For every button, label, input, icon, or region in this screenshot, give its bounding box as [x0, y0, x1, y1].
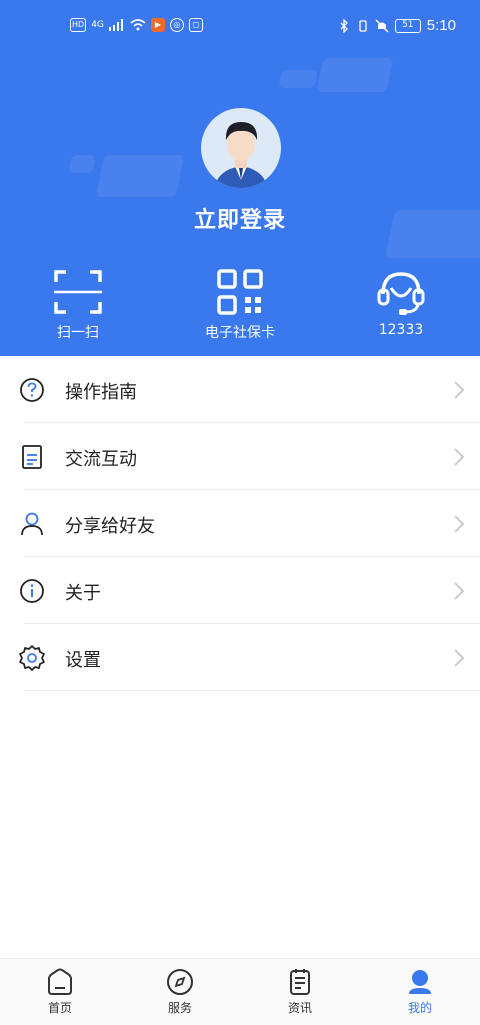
wifi-icon — [130, 19, 146, 31]
social-security-card-label: 电子社保卡 — [205, 325, 275, 341]
document-icon — [22, 445, 42, 469]
chevron-right-icon — [454, 381, 465, 399]
notify-app-icon: ◻ — [188, 18, 203, 32]
qr-code-icon — [217, 269, 263, 315]
menu-item-label: 交流互动 — [65, 449, 137, 470]
news-icon — [290, 969, 310, 995]
menu-item-interaction[interactable]: 交流互动 — [0, 423, 480, 490]
chevron-right-icon — [454, 448, 465, 466]
settings-menu: 操作指南 交流互动 分享给好友 关于 设置 — [0, 356, 480, 691]
gear-icon — [19, 645, 45, 671]
hotline-label: 12333 — [378, 322, 424, 338]
avatar[interactable] — [201, 108, 281, 188]
scan-icon — [54, 270, 102, 314]
profile-icon — [409, 970, 431, 994]
menu-item-about[interactable]: 关于 — [0, 557, 480, 624]
profile-header: HD 4G ▶ ◎ ◻ 51 5:10 立即登录 扫一扫 电子社保卡 12333 — [0, 0, 480, 356]
tab-label: 资讯 — [287, 1001, 312, 1015]
menu-item-label: 设置 — [65, 650, 101, 671]
tab-label: 我的 — [407, 1001, 432, 1015]
menu-item-share[interactable]: 分享给好友 — [0, 490, 480, 557]
chevron-right-icon — [454, 582, 465, 600]
chevron-right-icon — [454, 515, 465, 533]
profile-page: HD 4G ▶ ◎ ◻ 51 5:10 立即登录 扫一扫 电子社保卡 12333… — [0, 0, 480, 1025]
user-avatar-icon — [215, 122, 267, 188]
tab-news[interactable]: 资讯 — [240, 959, 360, 1025]
menu-item-guide[interactable]: 操作指南 — [0, 356, 480, 423]
chevron-right-icon — [454, 649, 465, 667]
question-circle-icon — [20, 378, 44, 402]
browser-app-icon: ◎ — [169, 18, 184, 32]
person-icon — [21, 512, 43, 536]
clock-time: 5:10 — [426, 17, 456, 34]
network-type: 4G — [91, 20, 104, 30]
divider — [24, 690, 480, 691]
compass-icon — [167, 969, 193, 995]
hd-indicator: HD — [70, 18, 87, 32]
tab-label: 服务 — [167, 1001, 192, 1015]
tab-label: 首页 — [47, 1001, 72, 1015]
menu-item-label: 操作指南 — [65, 382, 137, 403]
bottom-tab-bar: 首页 服务 资讯 我的 — [0, 958, 480, 1025]
status-bar: HD 4G ▶ ◎ ◻ 51 5:10 — [0, 0, 480, 56]
menu-item-settings[interactable]: 设置 — [0, 624, 480, 691]
mute-bell-icon — [375, 19, 389, 32]
home-icon — [48, 968, 72, 995]
scan-button[interactable]: 扫一扫 — [13, 266, 143, 342]
social-security-card-button[interactable]: 电子社保卡 — [175, 266, 305, 342]
signal-icon — [108, 19, 123, 31]
login-button[interactable]: 立即登录 — [0, 202, 480, 234]
menu-item-label: 分享给好友 — [65, 516, 155, 537]
menu-item-label: 关于 — [65, 583, 101, 604]
hotline-button[interactable]: 12333 — [336, 266, 466, 338]
scan-label: 扫一扫 — [57, 325, 99, 341]
tab-home[interactable]: 首页 — [0, 959, 120, 1025]
bluetooth-icon — [340, 18, 348, 33]
tab-services[interactable]: 服务 — [120, 959, 240, 1025]
headset-icon — [377, 272, 425, 315]
tab-mine[interactable]: 我的 — [360, 959, 480, 1025]
info-circle-icon — [20, 579, 44, 603]
battery-indicator: 51 — [394, 18, 421, 33]
vibrate-icon — [359, 19, 367, 32]
video-app-icon: ▶ — [150, 18, 165, 32]
